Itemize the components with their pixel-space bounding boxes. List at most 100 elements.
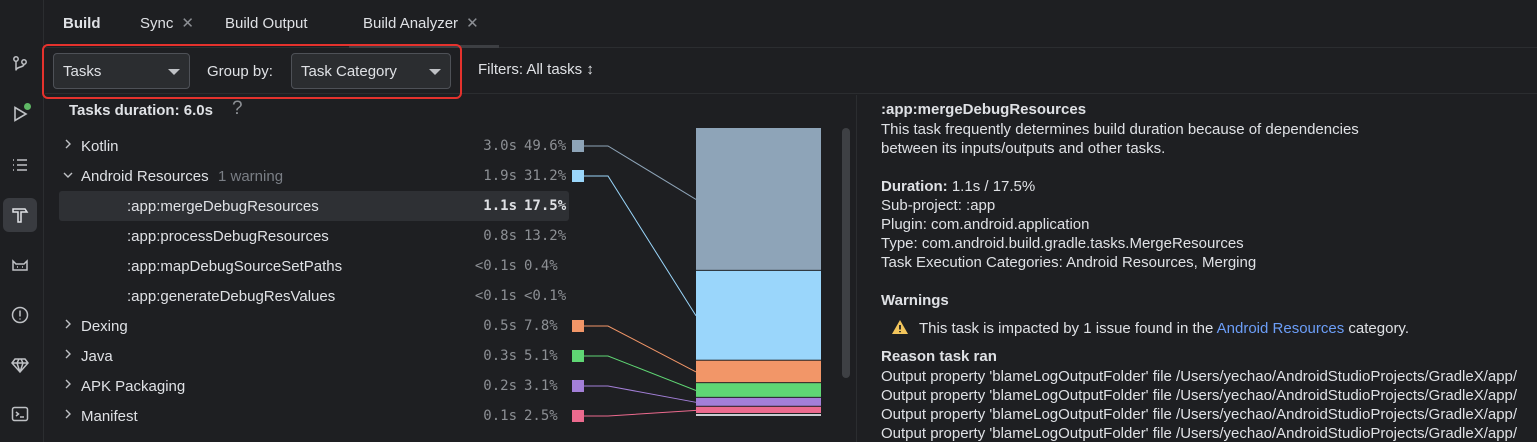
details-description: between its inputs/outputs and other tas… — [881, 140, 1166, 157]
chart-segment[interactable] — [696, 360, 821, 383]
row-percent: 17.5% — [524, 198, 567, 214]
row-name: :app:mapDebugSourceSetPaths — [127, 257, 343, 275]
legend-connector — [584, 145, 697, 200]
vcs-branch-icon[interactable] — [3, 48, 37, 82]
tab-build-output[interactable]: Build Output — [225, 0, 308, 46]
chevron-down-icon[interactable] — [61, 167, 75, 183]
help-icon[interactable]: ? — [232, 98, 243, 120]
details-title: :app:mergeDebugResources — [881, 101, 1087, 118]
row-percent: 13.2% — [524, 228, 567, 244]
chart-segment[interactable] — [696, 397, 821, 406]
close-icon[interactable]: ✕ — [466, 14, 479, 32]
row-time: 1.9s — [483, 168, 517, 184]
task-row[interactable]: :app:mapDebugSourceSetPaths <0.1s 0.4% — [59, 251, 569, 281]
legend-swatch — [572, 320, 584, 332]
duration-stacked-chart — [572, 128, 821, 422]
category-row[interactable]: Dexing 0.5s 7.8% — [59, 311, 569, 341]
row-name: :app:processDebugResources — [127, 227, 329, 245]
row-time: <0.1s — [474, 258, 517, 274]
chevron-right-icon[interactable] — [61, 377, 75, 393]
legend-swatch — [572, 380, 584, 392]
task-details-pane: :app:mergeDebugResources This task frequ… — [857, 95, 1537, 442]
reason-heading: Reason task ran — [881, 348, 997, 365]
task-tree: Tasks duration: 6.0s ? Kotlin 3.0s 49.6% An… — [45, 95, 585, 442]
warnings-heading: Warnings — [881, 292, 949, 309]
row-time: 0.1s — [483, 408, 517, 424]
category-row[interactable]: APK Packaging 0.2s 3.1% — [59, 371, 569, 401]
legend-connector — [584, 355, 697, 391]
reason-line: Output property 'blameLogOutputFolder' f… — [881, 425, 1518, 442]
row-percent: 7.8% — [524, 318, 558, 334]
details-description: This task frequently determines build du… — [881, 121, 1359, 138]
row-name: Java — [81, 347, 113, 365]
chevron-right-icon[interactable] — [61, 347, 75, 363]
legend-connector — [584, 409, 697, 417]
row-name: :app:mergeDebugResources — [127, 197, 319, 215]
android-resources-link[interactable]: Android Resources — [1217, 320, 1345, 337]
chevron-right-icon[interactable] — [61, 317, 75, 333]
row-name: APK Packaging — [81, 377, 186, 395]
run-status-dot — [24, 103, 31, 110]
legend-connector — [584, 175, 697, 317]
category-row[interactable]: Kotlin 3.0s 49.6% — [59, 131, 569, 161]
row-name: Kotlin — [81, 137, 119, 155]
row-time: <0.1s — [474, 288, 517, 304]
details-subproject: Sub-project: :app — [881, 197, 996, 214]
row-time: 3.0s — [483, 138, 517, 154]
chevron-right-icon[interactable] — [61, 407, 75, 423]
gem-icon[interactable] — [3, 348, 37, 382]
legend-swatch — [572, 410, 584, 422]
row-name: :app:generateDebugResValues — [127, 287, 336, 305]
row-warning-count: 1 warning — [218, 167, 284, 185]
task-row[interactable]: :app:processDebugResources 0.8s 13.2% — [59, 221, 569, 251]
row-percent: 0.4% — [524, 258, 558, 274]
legend-swatch — [572, 140, 584, 152]
terminal-icon[interactable] — [3, 397, 37, 431]
chart-segment[interactable] — [696, 383, 821, 397]
structure-list-icon[interactable] — [3, 148, 37, 182]
tab-build[interactable]: Build — [63, 0, 101, 46]
tab-build-analyzer[interactable]: Build Analyzer ✕ — [363, 0, 479, 46]
row-time: 0.8s — [483, 228, 517, 244]
legend-swatch — [572, 170, 584, 182]
row-percent: <0.1% — [524, 288, 567, 304]
legend-connector — [584, 325, 697, 373]
chart-segment[interactable] — [696, 406, 821, 413]
warning-message: This task is impacted by 1 issue found i… — [891, 319, 1409, 337]
task-row[interactable]: :app:generateDebugResValues <0.1s <0.1% — [59, 281, 569, 311]
chart-segment[interactable] — [696, 128, 821, 270]
logcat-cat-icon[interactable] — [3, 248, 37, 282]
details-categories: Task Execution Categories: Android Resou… — [881, 254, 1257, 271]
list-scrollbar[interactable] — [842, 128, 850, 378]
tool-window-rail — [0, 0, 44, 442]
reason-line: Output property 'blameLogOutputFolder' f… — [881, 406, 1518, 423]
problems-icon[interactable] — [3, 298, 37, 332]
run-icon[interactable] — [3, 97, 37, 131]
chart-segment[interactable] — [696, 270, 821, 360]
task-row[interactable]: :app:mergeDebugResources 1.1s 17.5% — [59, 191, 569, 221]
highlight-annotation-box — [42, 44, 462, 99]
chart-segment-other[interactable] — [696, 413, 821, 416]
tab-sync[interactable]: Sync ✕ — [140, 0, 194, 46]
row-name: Android Resources — [81, 167, 209, 185]
reason-line: Output property 'blameLogOutputFolder' f… — [881, 387, 1518, 404]
tasks-duration-title: Tasks duration: 6.0s — [69, 102, 213, 119]
row-time: 0.5s — [483, 318, 517, 334]
row-percent: 3.1% — [524, 378, 558, 394]
details-plugin: Plugin: com.android.application — [881, 216, 1090, 233]
category-row[interactable]: Android Resources 1 warning 1.9s 31.2% — [59, 161, 569, 191]
filters-dropdown[interactable]: Filters: All tasks ↕ — [478, 61, 594, 78]
row-percent: 31.2% — [524, 168, 567, 184]
category-row[interactable]: Manifest 0.1s 2.5% — [59, 401, 569, 431]
warning-icon — [892, 320, 908, 334]
build-hammer-icon[interactable] — [3, 198, 37, 232]
row-time: 0.2s — [483, 378, 517, 394]
reason-line: Output property 'blameLogOutputFolder' f… — [881, 368, 1518, 385]
row-time: 0.3s — [483, 348, 517, 364]
row-percent: 2.5% — [524, 408, 558, 424]
row-percent: 5.1% — [524, 348, 558, 364]
chevron-right-icon[interactable] — [61, 137, 75, 153]
row-name: Dexing — [81, 317, 128, 335]
category-row[interactable]: Java 0.3s 5.1% — [59, 341, 569, 371]
close-icon[interactable]: ✕ — [181, 14, 194, 32]
